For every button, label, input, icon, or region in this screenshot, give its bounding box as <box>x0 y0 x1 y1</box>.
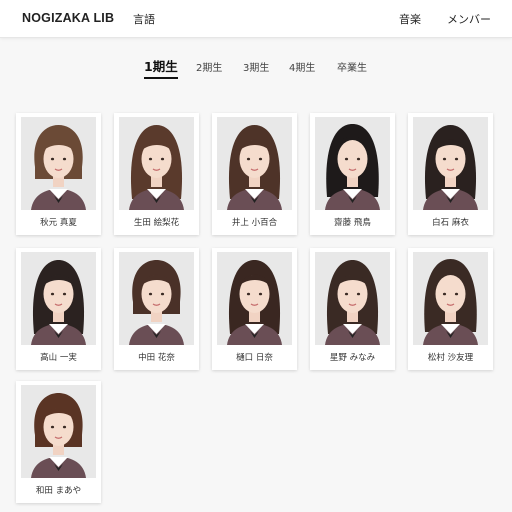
portrait-illustration <box>119 117 194 210</box>
member-name: 和田 まあや <box>35 486 82 496</box>
member-card[interactable]: 高山 一実 <box>16 248 101 370</box>
member-card[interactable]: 和田 まあや <box>16 381 101 503</box>
member-name: 松村 沙友理 <box>427 353 474 363</box>
member-photo <box>315 252 390 345</box>
member-card[interactable]: 生田 絵梨花 <box>114 113 199 235</box>
member-card[interactable]: 齋藤 飛鳥 <box>310 113 395 235</box>
member-name: 白石 麻衣 <box>432 218 469 228</box>
nav-language[interactable]: 言語 <box>133 11 155 27</box>
tab-graduates[interactable]: 卒業生 <box>337 59 367 74</box>
portrait-illustration <box>413 252 488 345</box>
member-name: 井上 小百合 <box>231 218 278 228</box>
portrait-illustration <box>119 252 194 345</box>
tab-3rd-generation[interactable]: 3期生 <box>243 59 269 74</box>
member-name: 星野 みなみ <box>329 353 376 363</box>
member-card[interactable]: 井上 小百合 <box>212 113 297 235</box>
nav-members[interactable]: メンバー <box>447 11 491 27</box>
member-card[interactable]: 松村 沙友理 <box>408 248 493 370</box>
portrait-illustration <box>21 252 96 345</box>
member-name: 秋元 真夏 <box>40 218 77 228</box>
member-photo <box>21 252 96 345</box>
nav-music[interactable]: 音楽 <box>399 11 421 27</box>
member-card[interactable]: 星野 みなみ <box>310 248 395 370</box>
top-navigation-bar: NOGIZAKA LIB 言語 音楽 メンバー <box>0 0 512 38</box>
tab-2nd-generation[interactable]: 2期生 <box>196 59 222 74</box>
member-card[interactable]: 白石 麻衣 <box>408 113 493 235</box>
portrait-illustration <box>21 385 96 478</box>
portrait-illustration <box>217 117 292 210</box>
member-photo <box>21 117 96 210</box>
member-name: 生田 絵梨花 <box>133 218 180 228</box>
tab-4th-generation[interactable]: 4期生 <box>289 59 315 74</box>
member-card[interactable]: 樋口 日奈 <box>212 248 297 370</box>
member-card[interactable]: 中田 花奈 <box>114 248 199 370</box>
portrait-illustration <box>21 117 96 210</box>
member-photo <box>119 117 194 210</box>
member-photo <box>413 252 488 345</box>
member-name: 樋口 日奈 <box>236 353 273 363</box>
member-photo <box>119 252 194 345</box>
member-name: 高山 一実 <box>40 353 77 363</box>
tab-1st-generation[interactable]: 1期生 <box>144 56 178 79</box>
generation-tabs: 1期生 2期生 3期生 4期生 卒業生 <box>0 55 512 79</box>
portrait-illustration <box>217 252 292 345</box>
member-name: 齋藤 飛鳥 <box>334 218 371 228</box>
member-photo <box>315 117 390 210</box>
member-photo <box>21 385 96 478</box>
member-name: 中田 花奈 <box>138 353 175 363</box>
portrait-illustration <box>315 117 390 210</box>
site-logo[interactable]: NOGIZAKA LIB <box>22 11 114 25</box>
member-card[interactable]: 秋元 真夏 <box>16 113 101 235</box>
portrait-illustration <box>315 252 390 345</box>
member-photo <box>413 117 488 210</box>
portrait-illustration <box>413 117 488 210</box>
member-photo <box>217 117 292 210</box>
member-photo <box>217 252 292 345</box>
